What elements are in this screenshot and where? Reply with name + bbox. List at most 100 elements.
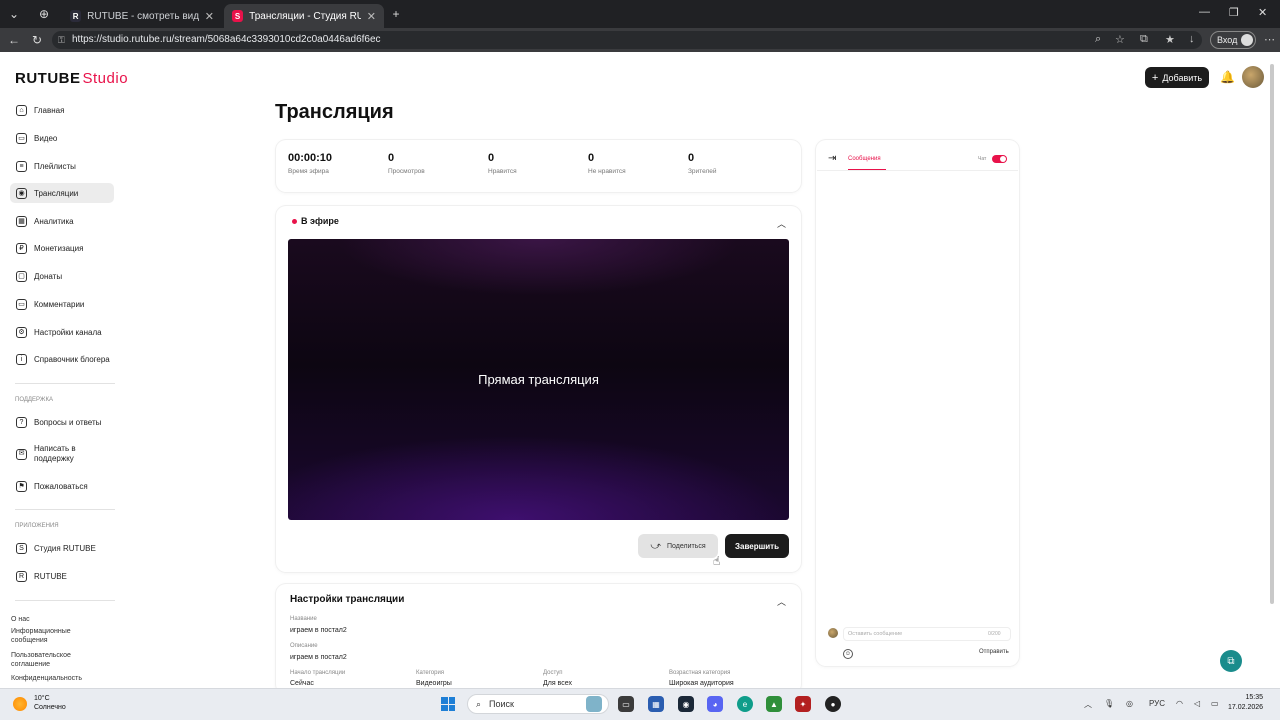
battery-icon[interactable]: ▭ bbox=[1211, 699, 1219, 708]
calendar-app-icon[interactable]: ▦ bbox=[648, 696, 664, 712]
sidebar-item-studio-app[interactable]: S Студия RUTUBE bbox=[10, 538, 114, 558]
sidebar-item-monetization[interactable]: ₽ Монетизация bbox=[10, 238, 114, 258]
app-star-icon[interactable]: ✦ bbox=[795, 696, 811, 712]
scrollbar-thumb[interactable] bbox=[1270, 64, 1274, 604]
end-stream-button[interactable]: Завершить bbox=[725, 534, 789, 558]
tab-title: Трансляции - Студия RUTUBE bbox=[249, 10, 361, 22]
sidebar-item-label: Трансляции bbox=[34, 188, 79, 198]
downloads-icon[interactable]: ↓ bbox=[1189, 33, 1195, 45]
volume-icon[interactable]: ◁ bbox=[1194, 699, 1200, 708]
back-icon[interactable]: ← bbox=[8, 33, 20, 47]
tray-overflow-icon[interactable]: ︿ bbox=[1084, 699, 1092, 710]
video-icon: ▭ bbox=[16, 132, 27, 144]
taskbar-clock[interactable]: 15:35 17.02.2026 bbox=[1228, 693, 1263, 713]
live-status: В эфире bbox=[292, 216, 339, 226]
collapse-chevron-icon[interactable]: ︿ bbox=[777, 595, 786, 608]
obs-icon[interactable]: ● bbox=[825, 696, 841, 712]
url-field[interactable]: ⚿ https://studio.rutube.ru/stream/5068a6… bbox=[52, 31, 1202, 49]
close-window-icon[interactable]: ✕ bbox=[1258, 6, 1267, 19]
home-icon: ⌂ bbox=[16, 104, 27, 116]
app-triangle-icon[interactable]: ▲ bbox=[766, 696, 782, 712]
send-button[interactable]: Отправить bbox=[979, 649, 1009, 655]
privacy-link[interactable]: Конфиденциальность bbox=[11, 674, 91, 683]
sidebar-item-home[interactable]: ⌂ Главная bbox=[10, 100, 114, 120]
sidebar-item-analytics[interactable]: ▦ Аналитика bbox=[10, 211, 114, 231]
browser-tab-rutube[interactable]: R RUTUBE - смотреть видео онлай ✕ bbox=[62, 4, 222, 28]
support-chat-icon[interactable]: ⧉ bbox=[1220, 650, 1242, 672]
sidebar-item-mail[interactable]: ✉ Написать в поддержку bbox=[10, 441, 114, 467]
widgets-app-icon[interactable] bbox=[586, 696, 602, 712]
maximize-icon[interactable]: ❐ bbox=[1229, 6, 1239, 19]
steam-icon[interactable]: ◉ bbox=[678, 696, 694, 712]
new-tab-icon[interactable]: + bbox=[388, 6, 404, 22]
collapse-chevron-icon[interactable]: ︿ bbox=[777, 217, 786, 230]
stat-views: 0 Просмотров bbox=[388, 152, 425, 175]
emoji-icon[interactable]: ☺ bbox=[843, 649, 853, 659]
sidebar-item-broadcast[interactable]: ◉ Трансляции bbox=[10, 183, 114, 203]
notifications-bell-icon[interactable]: 🔔 bbox=[1220, 70, 1235, 84]
more-icon[interactable]: ⋯ bbox=[1264, 33, 1275, 46]
broadcast-icon: ◉ bbox=[16, 187, 27, 199]
discord-icon[interactable]: ◕ bbox=[707, 696, 723, 712]
collapse-chat-icon[interactable]: ⇥ bbox=[828, 153, 836, 164]
rutube-studio-logo[interactable]: RUTUBE Studio bbox=[15, 70, 128, 87]
sidebar-item-video[interactable]: ▭ Видео bbox=[10, 128, 114, 148]
sidebar-item-settings[interactable]: ⚙ Настройки канала bbox=[10, 322, 114, 342]
tray-app-icon[interactable]: ◎ bbox=[1126, 699, 1133, 708]
page-scrollbar[interactable] bbox=[1268, 54, 1276, 684]
sidebar-item-flag[interactable]: ⚑ Пожаловаться bbox=[10, 476, 114, 496]
about-link[interactable]: О нас bbox=[11, 615, 91, 624]
sidebar-item-label: Монетизация bbox=[34, 243, 84, 253]
login-button[interactable]: Вход bbox=[1210, 31, 1256, 49]
extensions-icon[interactable]: ⧉ bbox=[1140, 33, 1148, 46]
name-value: играем в постал2 bbox=[290, 627, 347, 634]
close-tab-icon[interactable]: ✕ bbox=[367, 10, 376, 23]
file-explorer-icon[interactable]: ▭ bbox=[618, 696, 634, 712]
video-player[interactable]: Прямая трансляция bbox=[288, 239, 789, 520]
wifi-icon[interactable]: ◠ bbox=[1176, 699, 1183, 708]
stat-value: 0 bbox=[588, 152, 595, 164]
weather-widget[interactable]: 10°C Солнечно bbox=[34, 694, 66, 712]
workspaces-icon[interactable]: ⊕ bbox=[36, 6, 52, 22]
sidebar-item-faq[interactable]: ? Вопросы и ответы bbox=[10, 412, 114, 432]
user-agreement-link[interactable]: Пользовательское соглашение bbox=[11, 651, 87, 669]
add-button[interactable]: + Добавить bbox=[1145, 67, 1209, 88]
favorites-icon[interactable]: ★ bbox=[1165, 33, 1175, 46]
sidebar-item-donate[interactable]: ▢ Донаты bbox=[10, 266, 114, 286]
favorite-star-icon[interactable]: ☆ bbox=[1115, 33, 1125, 46]
sidebar-item-playlist[interactable]: ≡ Плейлисты bbox=[10, 156, 114, 176]
messages-tab[interactable]: Сообщения bbox=[848, 156, 881, 162]
url-text: https://studio.rutube.ru/stream/5068a64c… bbox=[72, 34, 381, 45]
close-tab-icon[interactable]: ✕ bbox=[205, 10, 214, 23]
category-label: Категория bbox=[416, 670, 445, 676]
edge-browser-icon[interactable]: e bbox=[737, 696, 753, 712]
comments-icon: ▭ bbox=[16, 298, 27, 310]
weather-sun-icon[interactable] bbox=[13, 697, 27, 711]
stat-likes: 0 Нравится bbox=[488, 152, 517, 175]
language-indicator[interactable]: РУС bbox=[1149, 699, 1165, 708]
mic-icon[interactable]: 🎙 bbox=[1104, 699, 1114, 708]
share-icon: ⤻ bbox=[650, 540, 662, 552]
share-button[interactable]: ⤻ Поделиться bbox=[638, 534, 718, 558]
chat-message-input[interactable]: Оставить сообщение bbox=[843, 627, 1011, 641]
sidebar-item-label: Студия RUTUBE bbox=[34, 543, 96, 553]
minimize-icon[interactable]: — bbox=[1199, 6, 1210, 18]
sidebar-item-comments[interactable]: ▭ Комментарии bbox=[10, 294, 114, 314]
reload-icon[interactable]: ↻ bbox=[32, 33, 42, 47]
browser-tab-studio[interactable]: S Трансляции - Студия RUTUBE ✕ bbox=[224, 4, 384, 28]
description-label: Описание bbox=[290, 643, 318, 649]
sidebar-item-rutube-app[interactable]: R RUTUBE bbox=[10, 566, 114, 586]
sidebar-item-info[interactable]: i Справочник блогера bbox=[10, 349, 114, 369]
settings-title: Настройки трансляции bbox=[290, 594, 405, 605]
user-avatar[interactable] bbox=[1242, 66, 1264, 88]
hand-cursor-icon: ☝ bbox=[713, 554, 721, 568]
windows-start-icon[interactable] bbox=[441, 697, 455, 711]
browser-address-bar: ← ↻ ⚿ https://studio.rutube.ru/stream/50… bbox=[0, 28, 1280, 52]
tab-list-icon[interactable]: ⌄ bbox=[6, 6, 22, 22]
chat-toggle[interactable] bbox=[992, 155, 1007, 163]
zoom-icon[interactable]: ⌕ bbox=[1095, 33, 1101, 46]
share-label: Поделиться bbox=[667, 542, 706, 550]
site-info-icon[interactable]: ⚿ bbox=[58, 31, 65, 49]
info-messages-link[interactable]: Информационные сообщения bbox=[11, 627, 87, 645]
rutube-app-icon: R bbox=[16, 570, 27, 582]
